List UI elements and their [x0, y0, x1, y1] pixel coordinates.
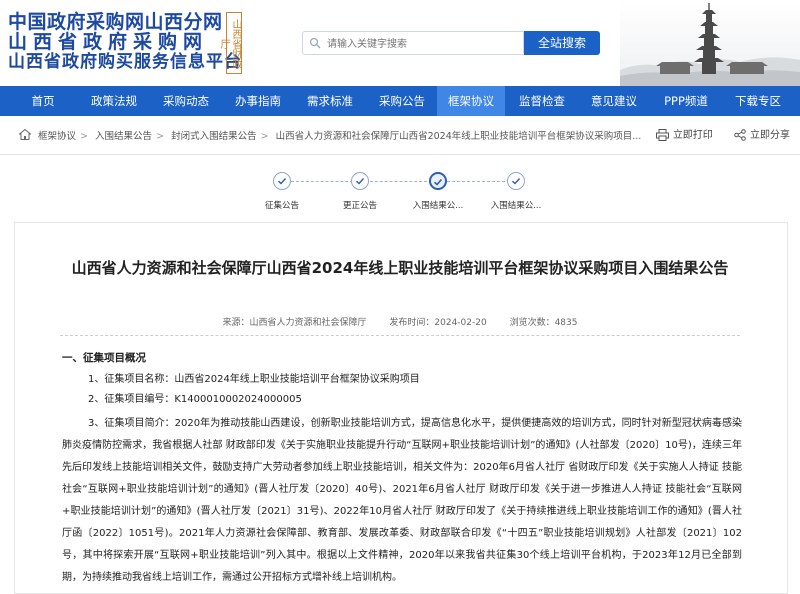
page-tools: 立即打印 立即分享	[638, 126, 790, 141]
nav-feedback[interactable]: 意见建议	[582, 86, 646, 116]
pagoda-banner-image	[620, 0, 800, 86]
breadcrumb: 框架协议 > 入围结果公告 > 封闭式入围结果公告 > 山西省人力资源和社会保障厅山西…	[18, 128, 645, 142]
meta-divider	[60, 335, 740, 336]
step-2-label: 更正公告	[342, 201, 378, 211]
nav-policy[interactable]: 政策法规	[82, 86, 146, 116]
article-source: 来源：山西省人力资源和社会保障厅	[222, 318, 367, 328]
project-number-line: 2、征集项目编号：K1400010002024000005	[88, 394, 302, 405]
nav-ppp[interactable]: PPP频道	[654, 86, 718, 116]
breadcrumb-item-framework[interactable]: 框架协议	[38, 131, 76, 142]
step-connector	[447, 181, 515, 183]
article-meta: 来源：山西省人力资源和社会保障厅 发布时间：2024-02-20 浏览次数：48…	[0, 315, 800, 328]
breadcrumb-item-current: 山西省人力资源和社会保障厅山西省2024年线上职业技能培训平台框架协议采购项目.…	[275, 131, 642, 142]
site-title-line-1: 中国政府采购网山西分网	[8, 11, 223, 33]
share-button[interactable]: 立即分享	[734, 126, 790, 141]
step-1-circle[interactable]	[273, 172, 291, 190]
check-icon	[433, 178, 443, 186]
site-title-line-2: 山西省政府采购网	[8, 31, 209, 53]
breadcrumb-item-closed-results[interactable]: 封闭式入围结果公告	[171, 131, 257, 142]
main-nav: 首页 政策法规 采购动态 办事指南 需求标准 采购公告 框架协议 监督检查 意见…	[0, 86, 800, 116]
check-icon	[512, 178, 521, 185]
finance-dept-badge: 山西省财政厅	[218, 12, 242, 74]
nav-procurement-news[interactable]: 采购动态	[154, 86, 218, 116]
breadcrumb-separator: >	[80, 131, 89, 142]
step-1-label: 征集公告	[264, 201, 300, 211]
article-title: 山西省人力资源和社会保障厅山西省2024年线上职业技能培训平台框架协议采购项目入…	[71, 259, 729, 277]
home-icon	[18, 128, 32, 140]
article-views: 浏览次数：4835	[509, 318, 578, 328]
nav-supervision[interactable]: 监督检查	[510, 86, 574, 116]
breadcrumb-separator: >	[260, 131, 269, 142]
check-icon	[356, 178, 365, 185]
nav-standards[interactable]: 需求标准	[298, 86, 362, 116]
share-label: 立即分享	[750, 130, 790, 141]
nav-framework-agreement[interactable]: 框架协议	[437, 86, 505, 116]
breadcrumb-bar: 框架协议 > 入围结果公告 > 封闭式入围结果公告 > 山西省人力资源和社会保障厅山西…	[0, 116, 800, 155]
article-date: 发布时间：2024-02-20	[389, 318, 487, 328]
search-input[interactable]	[325, 34, 519, 54]
search-icon	[309, 37, 321, 49]
check-icon	[278, 178, 287, 185]
step-3-label: 入围结果公...	[412, 201, 464, 211]
step-4-label: 入围结果公...	[490, 201, 542, 211]
breadcrumb-separator: >	[156, 131, 165, 142]
step-4-circle[interactable]	[507, 172, 525, 190]
site-header: 中国政府采购网山西分网 山西省政府采购网 山西省政府购买服务信息平台 山西省财政…	[0, 0, 800, 86]
project-name-line: 1、征集项目名称：山西省2024年线上职业技能培训平台框架协议采购项目	[88, 374, 420, 385]
print-button[interactable]: 立即打印	[655, 126, 713, 141]
share-icon	[734, 129, 746, 141]
section-heading: 一、征集项目概况	[62, 352, 146, 364]
printer-icon	[655, 129, 669, 141]
site-logo-text[interactable]: 中国政府采购网山西分网 山西省政府采购网 山西省政府购买服务信息平台	[8, 12, 242, 72]
nav-home[interactable]: 首页	[14, 86, 72, 116]
search-box	[302, 31, 524, 55]
breadcrumb-item-results[interactable]: 入围结果公告	[95, 131, 152, 142]
step-2-circle[interactable]	[351, 172, 369, 190]
step-3-circle[interactable]	[429, 172, 447, 190]
nav-downloads[interactable]: 下载专区	[726, 86, 790, 116]
project-summary-paragraph: 3、征集项目简介：2020年为推动技能山西建设，创新职业技能培训方式，提高信息化…	[62, 418, 742, 583]
site-title-line-3: 山西省政府购买服务信息平台	[8, 52, 242, 72]
site-search-button[interactable]: 全站搜索	[524, 31, 600, 55]
nav-announcements[interactable]: 采购公告	[370, 86, 434, 116]
print-label: 立即打印	[672, 130, 713, 141]
nav-guide[interactable]: 办事指南	[226, 86, 290, 116]
